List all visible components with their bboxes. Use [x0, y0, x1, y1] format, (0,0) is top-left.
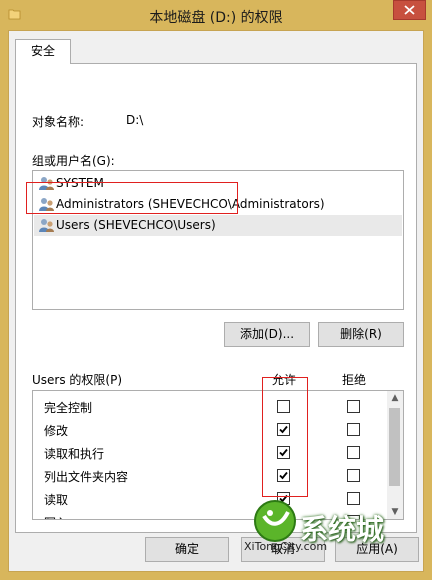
- dialog-body: 安全 对象名称: D:\ 组或用户名(G): SYSTEM Administra…: [8, 30, 424, 572]
- allow-header: 允许: [272, 373, 297, 387]
- user-name: SYSTEM: [56, 176, 104, 190]
- security-panel: 对象名称: D:\ 组或用户名(G): SYSTEM Administrator…: [15, 63, 417, 533]
- permission-name: 写入: [44, 514, 68, 519]
- add-button[interactable]: 添加(D)...: [224, 322, 310, 347]
- allow-checkbox[interactable]: [277, 400, 290, 413]
- permission-name: 列出文件夹内容: [44, 470, 129, 484]
- close-icon: [404, 5, 415, 15]
- users-icon: [39, 198, 54, 211]
- list-item[interactable]: SYSTEM: [34, 173, 402, 194]
- object-name-label: 对象名称:: [32, 115, 85, 129]
- permission-row: 列出文件夹内容: [34, 464, 387, 487]
- permission-row: 修改: [34, 418, 387, 441]
- deny-checkbox[interactable]: [347, 423, 360, 436]
- users-icon: [39, 219, 54, 232]
- object-name-value: D:\: [126, 113, 144, 127]
- scroll-thumb[interactable]: [389, 408, 400, 486]
- permission-name: 完全控制: [44, 401, 93, 415]
- tab-security[interactable]: 安全: [15, 39, 71, 64]
- list-item[interactable]: Administrators (SHEVECHCO\Administrators…: [34, 194, 402, 215]
- check-icon: [279, 471, 288, 480]
- title-bar[interactable]: 本地磁盘 (D:) 的权限: [0, 0, 432, 30]
- allow-checkbox[interactable]: [277, 446, 290, 459]
- permission-name: 读取: [44, 493, 69, 507]
- deny-header: 拒绝: [342, 373, 367, 387]
- user-name: Users (SHEVECHCO\Users): [56, 218, 216, 232]
- remove-button[interactable]: 删除(R): [318, 322, 404, 347]
- ok-button[interactable]: 确定: [145, 537, 229, 562]
- window-title: 本地磁盘 (D:) 的权限: [149, 10, 283, 26]
- allow-checkbox[interactable]: [277, 469, 290, 482]
- permission-name: 读取和执行: [44, 447, 105, 461]
- brand-logo-icon: [254, 500, 296, 542]
- user-name: Administrators (SHEVECHCO\Administrators…: [56, 197, 325, 211]
- permissions-label: Users 的权限(P): [32, 373, 123, 387]
- close-button[interactable]: [393, 0, 426, 20]
- deny-checkbox[interactable]: [347, 446, 360, 459]
- check-icon: [279, 425, 288, 434]
- watermark: 系统城 XiTongCity.com: [240, 498, 420, 564]
- deny-checkbox[interactable]: [347, 400, 360, 413]
- list-item-selected[interactable]: Users (SHEVECHCO\Users): [34, 215, 402, 236]
- permission-row: 读取和执行: [34, 441, 387, 464]
- groups-label: 组或用户名(G):: [32, 154, 115, 168]
- permission-row: 完全控制: [34, 395, 387, 418]
- deny-checkbox[interactable]: [347, 469, 360, 482]
- permissions-window: 本地磁盘 (D:) 的权限 安全 对象名称: D:\ 组或用户名(G): SYS…: [0, 0, 432, 580]
- users-icon: [39, 177, 54, 190]
- check-icon: [279, 448, 288, 457]
- allow-checkbox[interactable]: [277, 423, 290, 436]
- watermark-url: XiTongCity.com: [244, 540, 328, 553]
- permission-name: 修改: [44, 424, 69, 438]
- scroll-up-icon[interactable]: ▲: [387, 391, 403, 405]
- user-list[interactable]: SYSTEM Administrators (SHEVECHCO\Adminis…: [32, 170, 404, 310]
